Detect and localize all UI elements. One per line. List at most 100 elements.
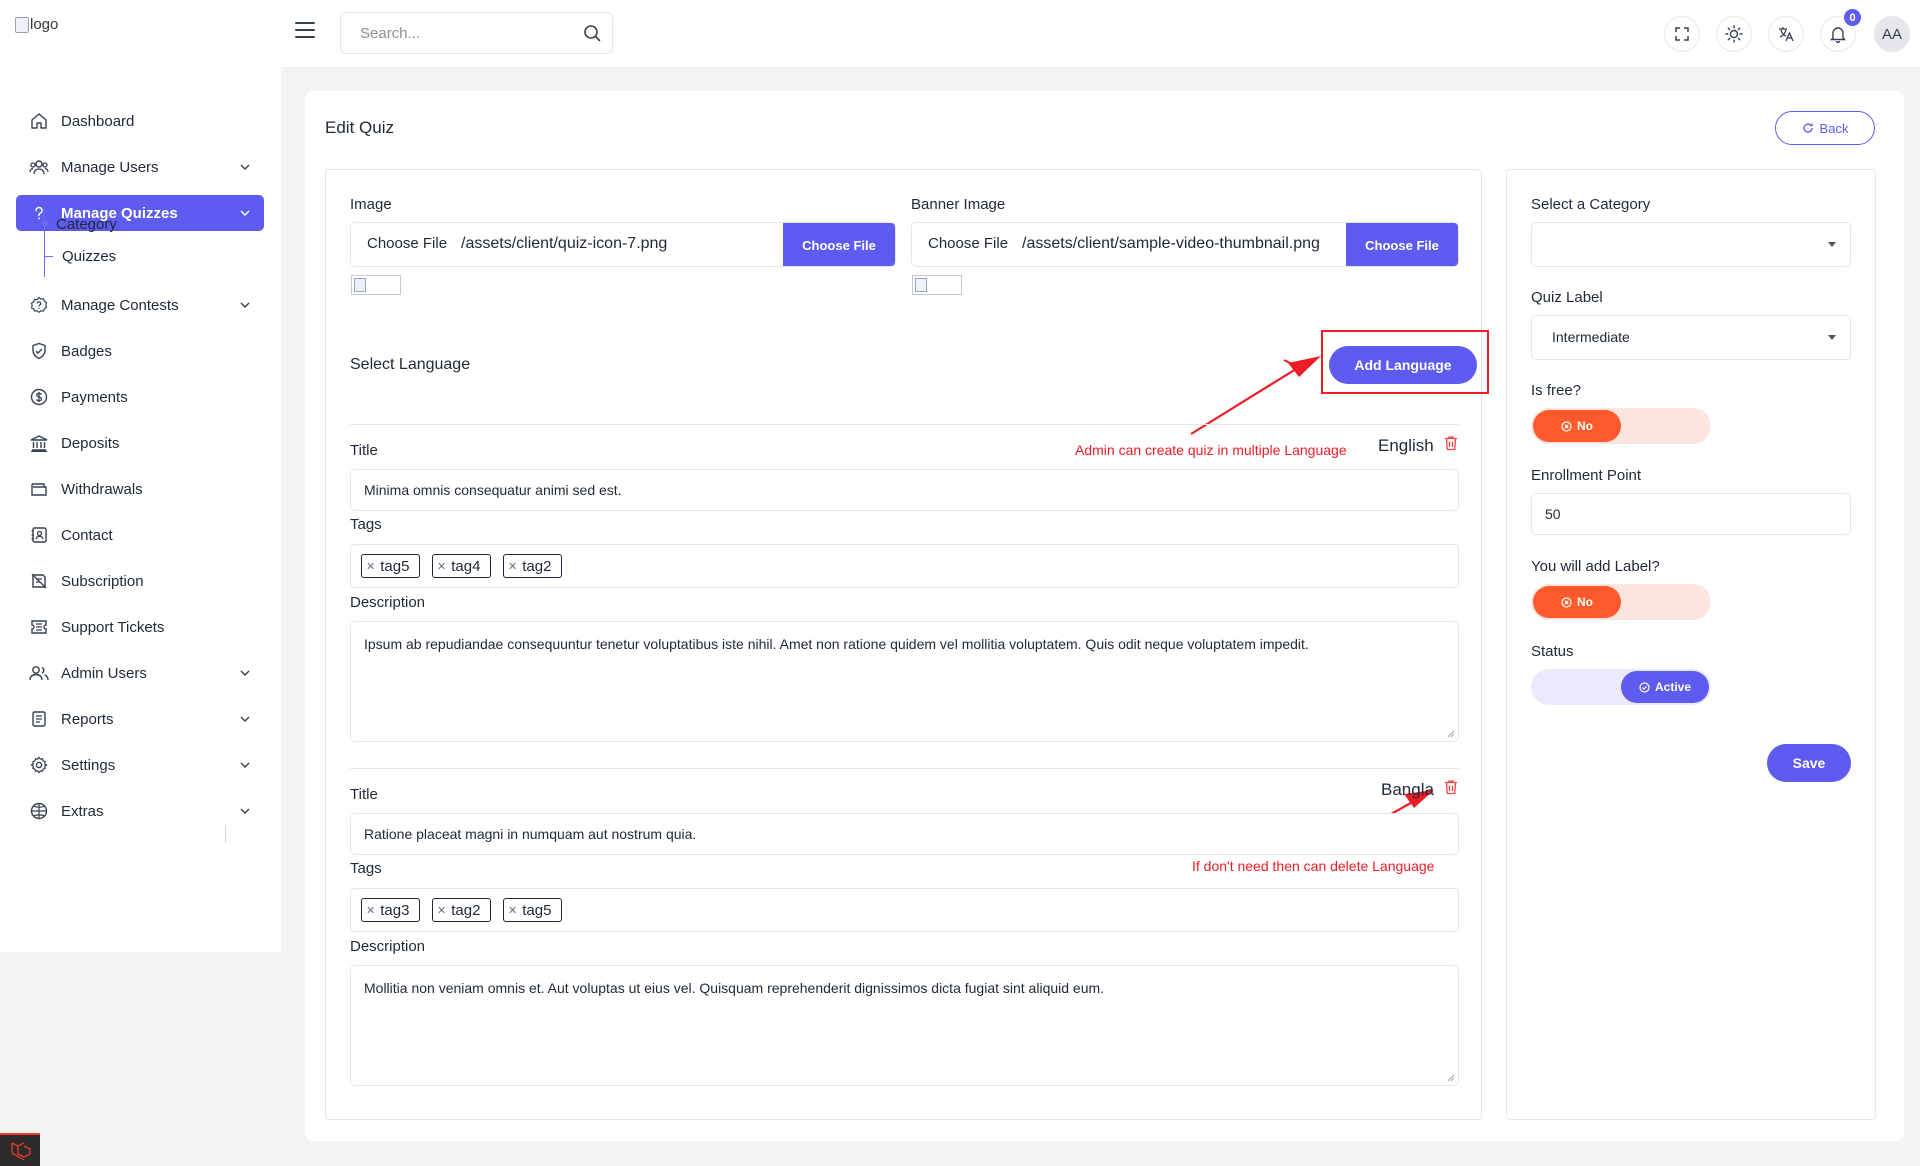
wallet-icon xyxy=(29,479,49,499)
sidebar-item-contact[interactable]: Contact xyxy=(16,517,264,553)
image-file-input[interactable]: Choose File /assets/client/quiz-icon-7.p… xyxy=(350,222,896,267)
description-textarea[interactable]: Mollitia non veniam omnis et. Aut volupt… xyxy=(350,965,1459,1086)
tag-chip: ✕ tag3 xyxy=(361,898,421,922)
save-button[interactable]: Save xyxy=(1767,744,1851,782)
search-input[interactable] xyxy=(360,23,570,43)
tag-chip: ✕ tag2 xyxy=(432,898,492,922)
tag-chip: ✕ tag4 xyxy=(432,554,492,578)
sidebar-item-manage-users[interactable]: Manage Users xyxy=(16,149,264,185)
quizzes-submenu: Category Quizzes xyxy=(42,209,244,277)
sidebar-item-label: Deposits xyxy=(61,434,120,452)
sidebar-item-support-tickets[interactable]: Support Tickets xyxy=(16,609,264,645)
sidebar-item-settings[interactable]: Settings xyxy=(16,747,264,783)
chevron-down-icon xyxy=(240,808,250,814)
banner-choose-file-button[interactable]: Choose File xyxy=(1346,223,1458,266)
user-avatar[interactable]: AA xyxy=(1874,16,1910,52)
theme-toggle-button[interactable] xyxy=(1716,16,1752,52)
native-choose-file-button[interactable]: Choose File xyxy=(367,235,447,252)
fullscreen-button[interactable] xyxy=(1664,16,1700,52)
sidebar-item-extras[interactable]: Extras xyxy=(16,793,264,829)
sidebar: Dashboard Manage Users Manage Quizzes Ca… xyxy=(0,67,281,952)
tag-label: tag5 xyxy=(522,901,552,919)
language-name: Bangla xyxy=(1381,780,1434,799)
search-icon[interactable] xyxy=(582,23,602,43)
chevron-down-icon xyxy=(240,762,250,768)
contact-icon xyxy=(29,525,49,545)
remove-tag-icon[interactable]: ✕ xyxy=(508,560,517,573)
tags-label: Tags xyxy=(350,516,382,533)
sidebar-item-label: Subscription xyxy=(61,572,144,590)
title-input[interactable]: Ratione placeat magni in numquam aut nos… xyxy=(350,813,1459,855)
remove-tag-icon[interactable]: ✕ xyxy=(366,560,375,573)
category-label: Select a Category xyxy=(1531,196,1651,213)
image-preview xyxy=(351,275,401,295)
sidebar-item-subscription[interactable]: Subscription xyxy=(16,563,264,599)
search-box xyxy=(340,12,613,54)
remove-tag-icon[interactable]: ✕ xyxy=(508,904,517,917)
delete-language-icon[interactable] xyxy=(1444,779,1458,795)
sidebar-item-withdrawals[interactable]: Withdrawals xyxy=(16,471,264,507)
sidebar-item-payments[interactable]: Payments xyxy=(16,379,264,415)
annotation-multi-language: Admin can create quiz in multiple Langua… xyxy=(1075,442,1347,458)
image-file-name: /assets/client/quiz-icon-7.png xyxy=(461,235,668,252)
enrollment-point-label: Enrollment Point xyxy=(1531,467,1642,484)
status-label: Status xyxy=(1531,643,1574,660)
sidebar-item-admin-users[interactable]: Admin Users xyxy=(16,655,264,691)
banner-image-label: Banner Image xyxy=(911,196,1006,213)
toggle-knob: Active xyxy=(1621,671,1709,703)
sidebar-item-badges[interactable]: Badges xyxy=(16,333,264,369)
sidebar-item-reports[interactable]: Reports xyxy=(16,701,264,737)
language-button[interactable] xyxy=(1768,16,1804,52)
tags-input[interactable]: ✕ tag3 ✕ tag2 ✕ tag5 xyxy=(350,888,1459,932)
hamburger-menu-icon[interactable] xyxy=(295,22,315,38)
x-circle-icon xyxy=(1561,596,1572,608)
back-button[interactable]: Back xyxy=(1775,111,1875,145)
select-language-heading: Select Language xyxy=(350,356,471,373)
tag-label: tag4 xyxy=(451,557,481,575)
native-choose-file-button[interactable]: Choose File xyxy=(928,235,1008,252)
sidebar-item-deposits[interactable]: Deposits xyxy=(16,425,264,461)
sidebar-item-label: Manage Users xyxy=(61,158,159,176)
contest-icon xyxy=(29,295,49,315)
admin-users-icon xyxy=(29,663,49,683)
title-input[interactable]: Minima omnis consequatur animi sed est. xyxy=(350,469,1459,511)
tag-label: tag2 xyxy=(451,901,481,919)
sidebar-item-manage-contests[interactable]: Manage Contests xyxy=(16,287,264,323)
category-select[interactable] xyxy=(1531,222,1851,267)
banner-file-input[interactable]: Choose File /assets/client/sample-video-… xyxy=(911,222,1459,267)
sidebar-subitem-category[interactable]: Category xyxy=(42,214,117,234)
quiz-label-select[interactable]: Intermediate xyxy=(1531,315,1851,360)
notifications-button[interactable]: 0 xyxy=(1820,9,1861,52)
is-free-toggle[interactable]: No xyxy=(1531,408,1711,444)
remove-tag-icon[interactable]: ✕ xyxy=(437,904,446,917)
logo[interactable]: logo xyxy=(15,16,58,33)
gear-icon xyxy=(29,755,49,775)
description-label: Description xyxy=(350,594,426,611)
status-toggle[interactable]: Active xyxy=(1531,669,1711,705)
quiz-content-panel: Image Choose File /assets/client/quiz-ic… xyxy=(325,169,1489,1120)
image-choose-file-button[interactable]: Choose File xyxy=(783,223,895,266)
caret-down-icon xyxy=(1828,242,1836,247)
delete-language-icon[interactable] xyxy=(1444,435,1458,451)
is-free-label: Is free? xyxy=(1531,382,1582,399)
quiz-label-select-value: Intermediate xyxy=(1552,329,1630,345)
enrollment-point-input[interactable]: 50 xyxy=(1531,493,1851,535)
description-textarea[interactable]: Ipsum ab repudiandae consequuntur tenetu… xyxy=(350,621,1459,742)
sidebar-subitem-quizzes[interactable]: Quizzes xyxy=(45,246,116,266)
add-language-button[interactable]: Add Language xyxy=(1329,346,1477,384)
resize-grip-icon[interactable] xyxy=(1447,730,1455,738)
subscription-icon xyxy=(29,571,49,591)
tag-chip: ✕ tag2 xyxy=(503,554,563,578)
sidebar-item-label: Manage Contests xyxy=(61,296,179,314)
sidebar-item-dashboard[interactable]: Dashboard xyxy=(16,103,264,139)
tag-chip: ✕ tag5 xyxy=(503,898,563,922)
add-label-toggle[interactable]: No xyxy=(1531,584,1711,620)
laravel-debugbar-button[interactable] xyxy=(0,1133,40,1166)
remove-tag-icon[interactable]: ✕ xyxy=(366,904,375,917)
toggle-knob: No xyxy=(1533,586,1621,618)
bank-icon xyxy=(29,433,49,453)
top-header: logo 0 AA xyxy=(0,0,1920,67)
tags-input[interactable]: ✕ tag5 ✕ tag4 ✕ tag2 xyxy=(350,544,1459,588)
remove-tag-icon[interactable]: ✕ xyxy=(437,560,446,573)
resize-grip-icon[interactable] xyxy=(1447,1074,1455,1082)
